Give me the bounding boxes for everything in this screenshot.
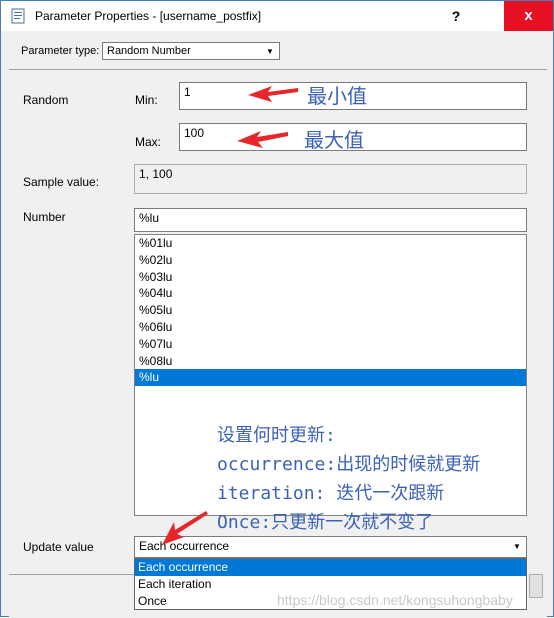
annotation-line-4: Once:只更新一次就不变了 [217, 512, 434, 533]
arrow-icon [162, 86, 298, 545]
annotation-line-2: occurrence:出现的时候就更新 [217, 454, 481, 475]
annotation-line-3: iteration: 迭代一次跟新 [217, 483, 445, 504]
min-annotation: 最小值 [307, 84, 367, 108]
watermark: https://blog.csdn.net/kongsuhongbaby [277, 592, 513, 608]
max-annotation: 最大值 [304, 128, 364, 152]
annotation-line-1: 设置何时更新: [217, 425, 336, 446]
